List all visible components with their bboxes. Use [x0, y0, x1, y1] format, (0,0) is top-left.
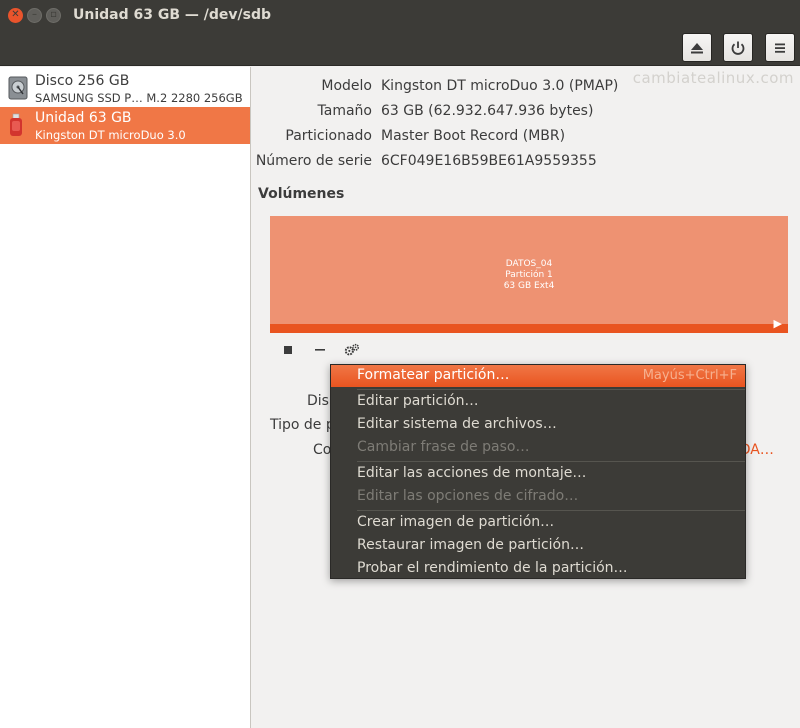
detail-row-partitioning: Particionado Master Boot Record (MBR)	[252, 128, 792, 148]
detail-row-serial: Número de serie 6CF049E16B59BE61A9559355	[252, 153, 792, 173]
drive-model: Kingston DT microDuo 3.0	[35, 128, 186, 142]
drive-list: Disco 256 GB SAMSUNG SSD P… M.2 2280 256…	[0, 67, 251, 728]
stop-button[interactable]	[280, 342, 296, 358]
drive-name: Disco 256 GB	[35, 73, 130, 89]
app-menu-button[interactable]	[765, 33, 795, 62]
volumes-heading: Volúmenes	[258, 186, 345, 202]
type-label-partial: Tipo de p	[270, 417, 335, 433]
partition-number: Partición 1	[505, 270, 553, 280]
usb-drive-icon	[10, 113, 22, 136]
power-off-button[interactable]	[723, 33, 753, 62]
eject-button[interactable]	[682, 33, 712, 62]
drive-name: Unidad 63 GB	[35, 110, 132, 126]
detail-value: Kingston DT microDuo 3.0 (PMAP)	[381, 78, 619, 94]
play-icon: ▶	[773, 317, 782, 330]
partition-selection-bar	[270, 324, 788, 333]
menu-item-benchmark-partition[interactable]: Probar el rendimiento de la partición…	[331, 558, 745, 580]
menu-item-format-partition[interactable]: Formatear partición… Mayús+Ctrl+F	[331, 365, 745, 387]
partition-block[interactable]: DATOS_04 Partición 1 63 GB Ext4 ▶	[270, 216, 788, 333]
menu-item-edit-partition[interactable]: Editar partición…	[331, 391, 745, 413]
gears-icon	[344, 343, 360, 356]
close-window-button[interactable]: ✕	[8, 7, 23, 23]
menu-separator	[357, 389, 745, 390]
maximize-window-button[interactable]: ▫	[46, 7, 61, 23]
detail-label: Modelo	[321, 78, 372, 94]
partition-options-button[interactable]	[344, 342, 360, 358]
detail-label: Particionado	[285, 128, 372, 144]
shortcut-label: Mayús+Ctrl+F	[642, 368, 737, 383]
volume-toolbar	[280, 341, 360, 359]
partition-context-menu: Formatear partición… Mayús+Ctrl+F Editar…	[330, 364, 746, 579]
hamburger-menu-icon	[775, 43, 785, 53]
power-icon	[731, 41, 745, 55]
drive-item-disk-256[interactable]: Disco 256 GB SAMSUNG SSD P… M.2 2280 256…	[0, 70, 250, 107]
menu-item-change-passphrase: Cambiar frase de paso…	[357, 439, 530, 455]
menu-item-edit-filesystem[interactable]: Editar sistema de archivos…	[331, 414, 745, 436]
drive-item-usb-63[interactable]: Unidad 63 GB Kingston DT microDuo 3.0	[0, 107, 250, 144]
menu-item-edit-encryption-options: Editar las opciones de cifrado…	[357, 488, 579, 504]
detail-label: Tamaño	[317, 103, 372, 119]
title-bar: ✕ – ▫ Unidad 63 GB — /dev/sdb	[0, 0, 800, 30]
detail-value: 63 GB (62.932.647.936 bytes)	[381, 103, 594, 119]
window-title: Unidad 63 GB — /dev/sdb	[73, 7, 272, 23]
stop-icon	[284, 346, 292, 354]
eject-icon	[691, 42, 703, 53]
menu-item-create-partition-image[interactable]: Crear imagen de partición…	[331, 512, 745, 534]
drive-model: SAMSUNG SSD P… M.2 2280 256GB	[35, 91, 243, 105]
detail-value: 6CF049E16B59BE61A9559355	[381, 153, 597, 169]
detail-row-size: Tamaño 63 GB (62.932.647.936 bytes)	[252, 103, 792, 123]
detail-value: Master Boot Record (MBR)	[381, 128, 566, 144]
partition-size: 63 GB Ext4	[503, 281, 555, 291]
contents-label-partial: Co	[313, 442, 332, 458]
device-label-partial: Dis	[307, 393, 329, 409]
menu-item-edit-mount-options[interactable]: Editar las acciones de montaje…	[331, 463, 745, 485]
minimize-window-button[interactable]: –	[27, 7, 42, 23]
minus-icon	[315, 349, 325, 351]
menu-separator	[357, 510, 745, 511]
menu-separator	[357, 461, 745, 462]
delete-partition-button[interactable]	[312, 342, 328, 358]
menu-item-restore-partition-image[interactable]: Restaurar imagen de partición…	[331, 535, 745, 557]
detail-row-model: Modelo Kingston DT microDuo 3.0 (PMAP)	[252, 78, 792, 98]
hard-disk-icon	[8, 76, 28, 100]
partition-name: DATOS_04	[505, 259, 553, 269]
header-bar	[0, 30, 800, 66]
detail-label: Número de serie	[255, 153, 372, 169]
